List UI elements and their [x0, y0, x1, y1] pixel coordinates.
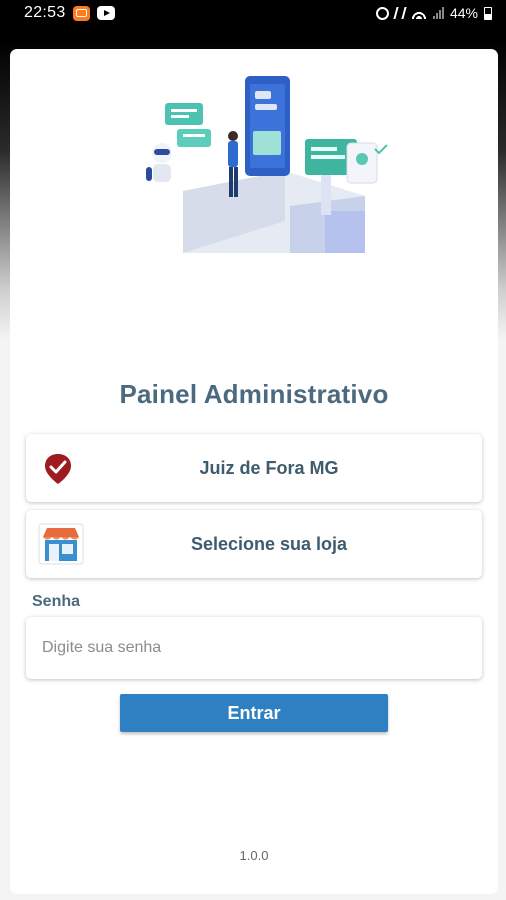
city-label: Juiz de Fora MG [199, 457, 339, 478]
status-bar: 22:53 44% [0, 0, 506, 26]
battery-percent: 44% [449, 5, 478, 21]
alarm-icon [375, 6, 389, 20]
login-card: Painel Administrativo Juiz de Fora MG Se… [10, 49, 498, 894]
city-selector[interactable]: Juiz de Fora MG [26, 434, 482, 502]
store-label: Selecione sua loja [190, 533, 348, 554]
status-time: 22:53 [24, 4, 66, 21]
store-selector[interactable]: Selecione sua loja [26, 510, 482, 578]
status-right: 44% [375, 5, 492, 21]
app-version: 1.0.0 [239, 848, 269, 863]
battery-icon [484, 6, 492, 20]
password-label: Senha [32, 593, 81, 610]
login-illustration [146, 76, 388, 253]
password-field-box [26, 617, 482, 679]
mute-icon [393, 7, 407, 19]
notification-app-icon [72, 5, 90, 21]
youtube-icon [96, 6, 115, 20]
wifi-icon [410, 7, 427, 19]
signal-icon [432, 7, 444, 19]
status-left: 22:53 [24, 4, 115, 22]
password-input[interactable] [26, 617, 482, 679]
submit-button[interactable]: Entrar [120, 694, 388, 732]
page-title: Painel Administrativo [119, 379, 389, 409]
